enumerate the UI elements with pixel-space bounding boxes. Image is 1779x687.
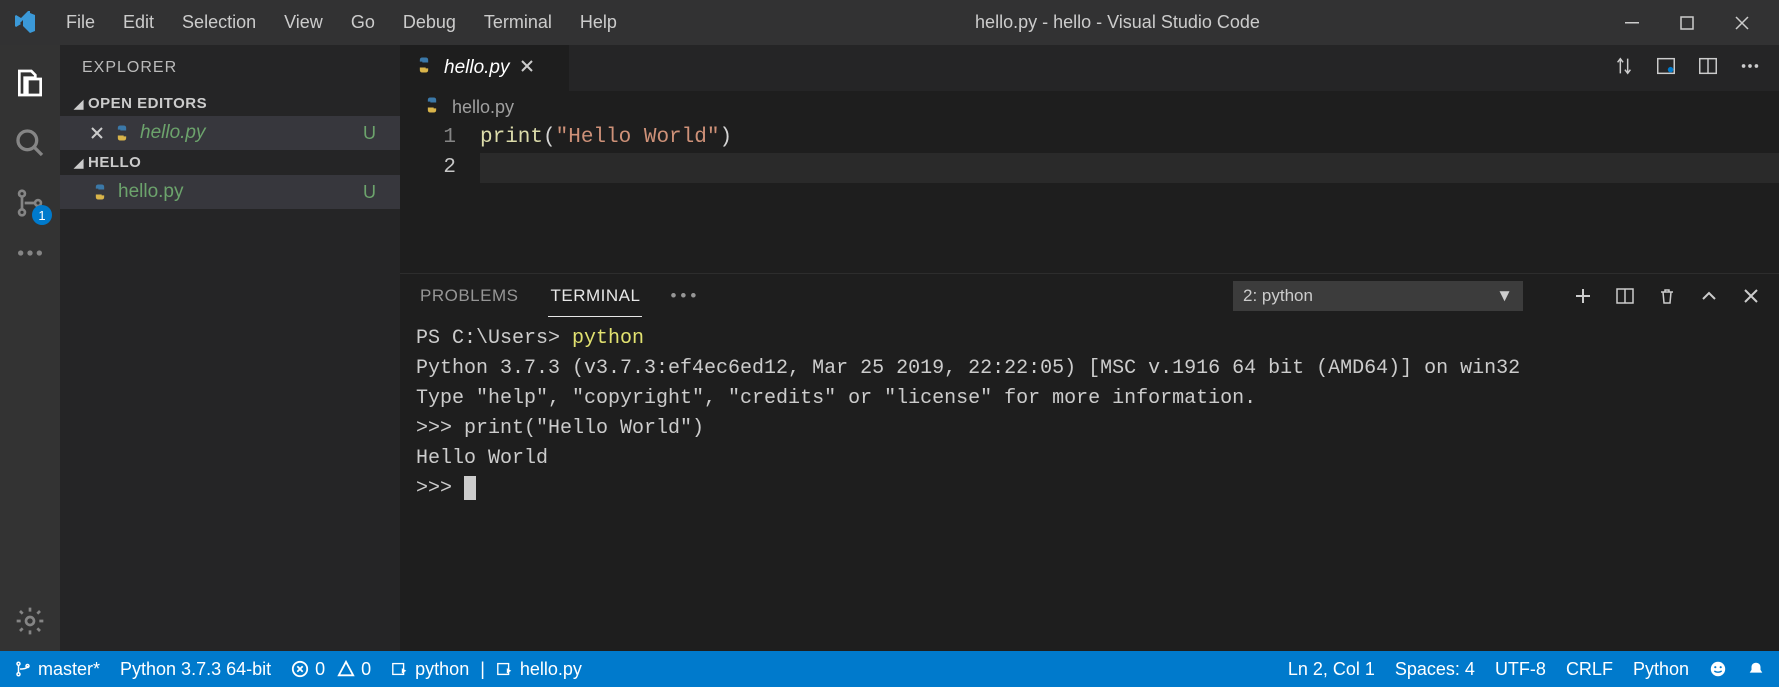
panel-tab-more-icon[interactable]: ••• [670,286,700,306]
open-editors-header[interactable]: ◢ OPEN EDITORS [60,91,400,116]
title-bar: File Edit Selection View Go Debug Termin… [0,0,1779,45]
status-indent[interactable]: Spaces: 4 [1395,659,1475,680]
branch-label: master* [38,659,100,680]
menu-file[interactable]: File [52,0,109,45]
python-file-icon [414,55,434,81]
chevron-down-icon: ◢ [70,97,88,111]
terminal-line: python [572,327,644,350]
panel-tab-terminal[interactable]: TERMINAL [548,276,642,317]
terminal-line: PS C:\Users> [416,327,572,350]
line-number: 1 [400,123,456,153]
new-terminal-icon[interactable] [1573,286,1593,306]
panel-tab-bar: PROBLEMS TERMINAL ••• 2: python ▼ [400,274,1779,318]
code-line [480,153,1779,183]
terminal-line: Python 3.7.3 (v3.7.3:ef4ec6ed12, Mar 25 … [416,357,1520,380]
file-tree-label: hello.py [118,181,363,203]
panel-tab-problems[interactable]: PROBLEMS [418,276,520,316]
menu-go[interactable]: Go [337,0,389,45]
activity-explorer-icon[interactable] [0,53,60,113]
folder-header[interactable]: ◢ HELLO [60,150,400,175]
status-encoding[interactable]: UTF-8 [1495,659,1546,680]
lang-status-left: python [415,659,469,680]
python-file-icon [112,123,132,143]
notifications-icon[interactable] [1747,660,1765,678]
compare-changes-icon[interactable] [1613,55,1635,82]
status-bar: master* Python 3.7.3 64-bit 0 0 python |… [0,651,1779,687]
python-file-icon [90,182,110,202]
tab-label: hello.py [444,57,510,79]
open-editor-item[interactable]: hello.py U [60,116,400,150]
breadcrumb-file: hello.py [452,97,514,118]
warning-count: 0 [361,659,371,680]
error-count: 0 [315,659,325,680]
code-line: print("Hello World") [480,123,1779,153]
terminal-line: >>> [416,477,464,500]
git-status-untracked: U [363,123,390,144]
code-editor[interactable]: 1 2 print("Hello World") [400,123,1779,273]
activity-settings-icon[interactable] [0,591,60,651]
menu-selection[interactable]: Selection [168,0,270,45]
separator: | [475,659,490,680]
terminal-selector-label: 2: python [1243,286,1313,306]
explorer-sidebar: EXPLORER ◢ OPEN EDITORS hello.py U ◢ HEL… [60,45,400,651]
explorer-title: EXPLORER [60,45,400,91]
activity-more-icon[interactable] [0,233,60,273]
line-gutter: 1 2 [400,123,480,273]
code-body[interactable]: print("Hello World") [480,123,1779,273]
open-preview-icon[interactable] [1655,55,1677,82]
line-number: 2 [400,153,456,183]
window-title: hello.py - hello - Visual Studio Code [631,12,1604,33]
chevron-down-icon: ◢ [70,156,88,170]
status-language[interactable]: Python [1633,659,1689,680]
breadcrumb[interactable]: hello.py [400,91,1779,123]
feedback-icon[interactable] [1709,660,1727,678]
status-branch[interactable]: master* [14,659,100,680]
menu-terminal[interactable]: Terminal [470,0,566,45]
minimize-button[interactable] [1604,0,1659,45]
activity-scm-icon[interactable]: 1 [0,173,60,233]
terminal-line: >>> print("Hello World") [416,417,704,440]
close-panel-icon[interactable] [1741,286,1761,306]
terminal-cursor [464,476,476,500]
split-editor-icon[interactable] [1697,55,1719,82]
tab-close-icon[interactable] [520,57,534,79]
menu-bar: File Edit Selection View Go Debug Termin… [52,0,631,45]
status-interpreter[interactable]: Python 3.7.3 64-bit [120,659,271,680]
terminal-selector[interactable]: 2: python ▼ [1233,281,1523,311]
maximize-panel-icon[interactable] [1699,286,1719,306]
menu-help[interactable]: Help [566,0,631,45]
folder-name-label: HELLO [88,154,141,171]
status-errors[interactable]: 0 0 [291,659,371,680]
status-eol[interactable]: CRLF [1566,659,1613,680]
activity-search-icon[interactable] [0,113,60,173]
python-file-icon [422,95,442,120]
status-cursor-pos[interactable]: Ln 2, Col 1 [1288,659,1375,680]
terminal-output[interactable]: PS C:\Users> python Python 3.7.3 (v3.7.3… [400,318,1779,609]
status-lang-server[interactable]: python | hello.py [391,659,582,680]
git-status-untracked: U [363,182,390,203]
menu-view[interactable]: View [270,0,337,45]
terminal-line: Type "help", "copyright", "credits" or "… [416,387,1256,410]
editor-area: hello.py hello.py 1 2 print("Hello World… [400,45,1779,651]
menu-debug[interactable]: Debug [389,0,470,45]
menu-edit[interactable]: Edit [109,0,168,45]
more-actions-icon[interactable] [1739,55,1761,82]
close-button[interactable] [1714,0,1769,45]
scm-badge: 1 [32,205,52,225]
lang-status-right: hello.py [520,659,582,680]
file-tree-item[interactable]: hello.py U [60,175,400,209]
kill-terminal-icon[interactable] [1657,286,1677,306]
vscode-logo-icon [10,11,40,35]
editor-tab[interactable]: hello.py [400,45,570,91]
close-editor-icon[interactable] [90,126,104,140]
split-terminal-icon[interactable] [1615,286,1635,306]
bottom-panel: PROBLEMS TERMINAL ••• 2: python ▼ PS C:\… [400,273,1779,609]
open-editors-label: OPEN EDITORS [88,95,207,112]
open-editor-label: hello.py [140,122,363,144]
terminal-line: Hello World [416,447,548,470]
chevron-down-icon: ▼ [1496,286,1513,306]
editor-tab-bar: hello.py [400,45,1779,91]
maximize-button[interactable] [1659,0,1714,45]
activity-bar: 1 [0,45,60,651]
